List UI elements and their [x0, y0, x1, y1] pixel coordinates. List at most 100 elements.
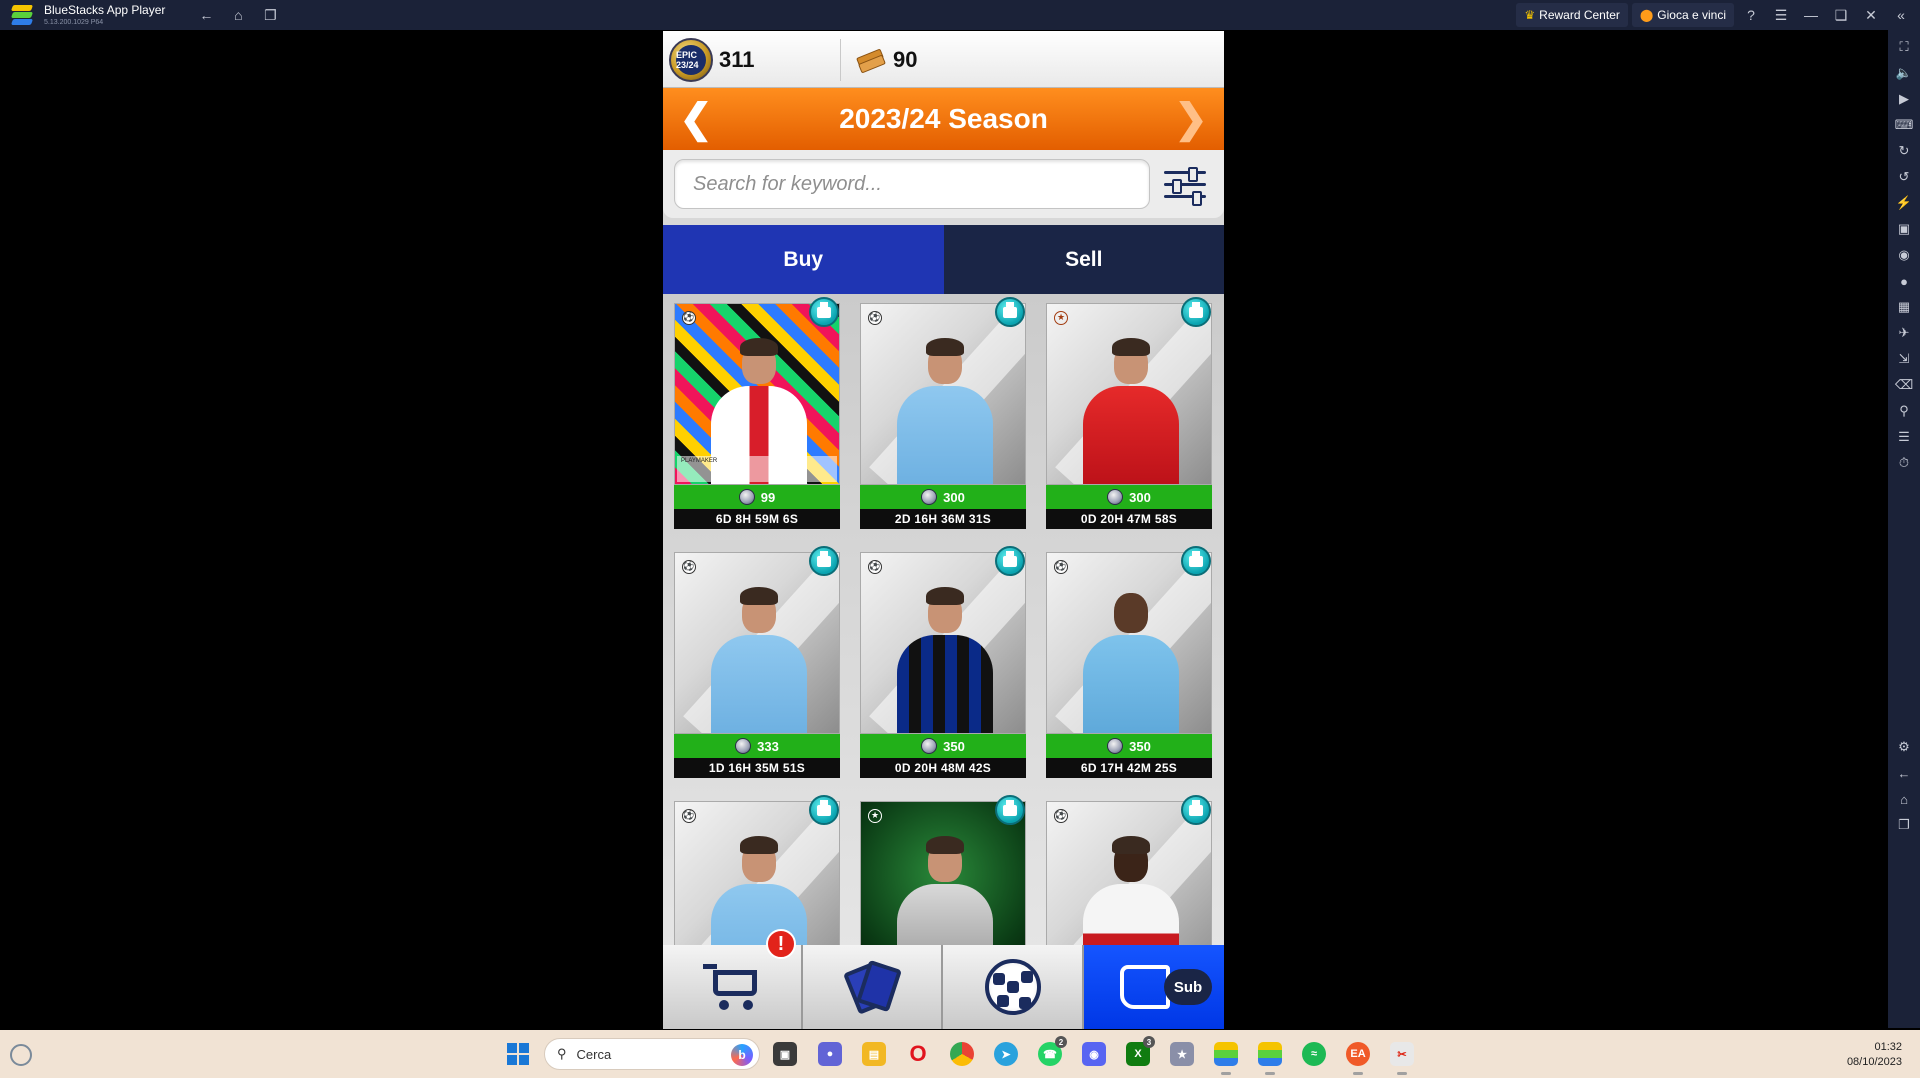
restore-icon[interactable]: ❑ — [1828, 2, 1854, 28]
whatsapp-icon[interactable]: ☎ 2 — [1038, 1036, 1067, 1066]
tab-sell[interactable]: Sell — [943, 225, 1224, 294]
fullscreen-icon[interactable]: ⛶ — [1895, 38, 1913, 56]
settings-gear-icon[interactable]: ⚙ — [1895, 738, 1913, 756]
help-icon[interactable]: ? — [1738, 2, 1764, 28]
card-art — [1046, 303, 1212, 485]
taskbar-search-label: Cerca — [576, 1046, 612, 1062]
bing-icon[interactable]: b — [731, 1044, 753, 1066]
market-card[interactable]: ★ 300 0D 20H 47M 58S — [1046, 297, 1212, 533]
play-and-win-button[interactable]: ⬤ Gioca e vinci — [1631, 3, 1734, 27]
print-icon[interactable] — [809, 297, 839, 327]
clock-time: 01:32 — [1874, 1041, 1902, 1053]
performance-icon[interactable]: ⚡ — [1895, 194, 1913, 212]
next-season-arrow-icon[interactable]: ❯ — [1166, 88, 1216, 150]
task-view-icon[interactable]: ▣ — [773, 1042, 797, 1066]
coin-small-icon — [1107, 489, 1124, 505]
coin-small-icon — [1107, 738, 1124, 754]
coins-display[interactable]: EPIC 23/24 311 — [669, 31, 755, 88]
player-figure — [891, 334, 997, 484]
android-recents-icon[interactable]: ❐ — [1895, 816, 1913, 834]
champions-league-icon: ⚽ — [868, 560, 882, 574]
card-timer: 6D 8H 59M 6S — [674, 509, 840, 529]
print-icon[interactable] — [1181, 795, 1211, 825]
sync-icon[interactable]: ↺ — [1895, 168, 1913, 186]
market-card[interactable]: PLAYMAKER ⚽ 99 6D 8H 59M 6S — [674, 297, 840, 533]
price-strip: 350 — [1046, 734, 1212, 758]
nav-shop[interactable]: ! — [663, 929, 803, 1029]
previous-season-arrow-icon[interactable]: ❮ — [671, 88, 721, 150]
spotify-icon[interactable]: ≈ — [1302, 1042, 1326, 1066]
champions-league-icon: ⚽ — [682, 809, 696, 823]
multi-instance-icon[interactable]: ❐ — [257, 2, 283, 28]
keyboard-icon[interactable]: ⌨ — [1895, 116, 1914, 134]
volume-icon[interactable]: 🔈 — [1895, 64, 1913, 82]
market-card[interactable]: ⚽ 333 1D 16H 35M 51S — [674, 546, 840, 782]
bluestacks-title-bar: BlueStacks App Player 5.13.200.1029 P64 … — [0, 0, 1920, 30]
search-input[interactable] — [674, 159, 1150, 209]
player-figure — [705, 583, 811, 733]
layers-icon[interactable]: ☰ — [1895, 428, 1913, 446]
home-icon[interactable]: ⌂ — [225, 2, 251, 28]
snipping-tool-icon[interactable]: ✂ — [1390, 1042, 1414, 1075]
windows-start-icon[interactable] — [507, 1043, 529, 1065]
market-card[interactable]: ⚽ 350 0D 20H 48M 42S — [860, 546, 1026, 782]
discord-icon[interactable]: ◉ — [1082, 1042, 1106, 1066]
print-icon[interactable] — [995, 795, 1025, 825]
market-card[interactable]: ⚽ 350 6D 17H 42M 25S — [1046, 546, 1212, 782]
speed-icon[interactable]: ⏱ — [1895, 454, 1913, 472]
nav-play[interactable] — [943, 945, 1084, 1029]
ea-app-icon[interactable]: EA — [1346, 1042, 1370, 1075]
game-app-icon[interactable]: ★ — [1170, 1042, 1194, 1066]
file-explorer-icon[interactable]: ▤ — [862, 1042, 886, 1066]
opera-icon[interactable]: O — [906, 1041, 930, 1066]
player-figure — [891, 583, 997, 733]
market-tabs: Buy Sell — [663, 225, 1224, 294]
print-icon[interactable] — [809, 795, 839, 825]
android-home-icon[interactable]: ⌂ — [1895, 790, 1913, 808]
close-icon[interactable]: ✕ — [1858, 2, 1884, 28]
macro-icon[interactable]: ↻ — [1895, 142, 1913, 160]
champions-league-icon: ⚽ — [868, 311, 882, 325]
xbox-icon[interactable]: X3 — [1126, 1036, 1155, 1066]
menu-icon[interactable]: ☰ — [1768, 2, 1794, 28]
back-arrow-icon[interactable]: ← — [193, 2, 219, 28]
card-stats: PLAYMAKER — [677, 456, 837, 482]
minimize-icon[interactable]: — — [1798, 2, 1824, 28]
widgets-icon[interactable] — [10, 1044, 32, 1066]
screenshot-icon[interactable]: ◉ — [1895, 246, 1913, 264]
collapse-sidebar-icon[interactable]: « — [1888, 2, 1914, 28]
game-screen: EPIC 23/24 311 90 ❮ 2023/24 Season ❯ Buy… — [663, 31, 1224, 1029]
nav-collection[interactable] — [803, 945, 943, 1029]
print-icon[interactable] — [809, 546, 839, 576]
sub-badge[interactable]: Sub — [1164, 969, 1212, 1005]
coin-small-icon — [921, 489, 938, 505]
telegram-icon[interactable]: ➤ — [994, 1042, 1018, 1066]
print-icon[interactable] — [1181, 297, 1211, 327]
gallery-icon[interactable]: ▦ — [1895, 298, 1913, 316]
packs-display[interactable]: 90 — [853, 31, 917, 88]
chrome-icon[interactable] — [950, 1042, 974, 1066]
season-selector: ❮ 2023/24 Season ❯ — [663, 88, 1224, 150]
print-icon[interactable] — [1181, 546, 1211, 576]
bluestacks-logo-icon — [10, 3, 34, 27]
android-back-icon[interactable]: ← — [1895, 764, 1913, 782]
market-card[interactable]: ⚽ 300 2D 16H 36M 31S — [860, 297, 1026, 533]
print-icon[interactable] — [995, 297, 1025, 327]
nav-market[interactable]: Sub — [1084, 945, 1224, 1029]
apk-icon[interactable]: ▣ — [1895, 220, 1913, 238]
media-icon[interactable]: ▶ — [1895, 90, 1913, 108]
bluestacks-taskbar-icon[interactable] — [1214, 1042, 1238, 1075]
record-icon[interactable]: ● — [1895, 272, 1913, 290]
airplane-icon[interactable]: ✈ — [1895, 324, 1913, 342]
taskbar-search[interactable]: ⚲ Cerca b — [544, 1038, 760, 1070]
filter-sliders-icon[interactable] — [1162, 162, 1208, 206]
teams-icon[interactable]: ● — [818, 1042, 842, 1066]
tab-buy[interactable]: Buy — [663, 225, 944, 294]
resize-icon[interactable]: ⇲ — [1895, 350, 1913, 368]
eraser-icon[interactable]: ⌫ — [1895, 376, 1913, 394]
system-clock[interactable]: 01:32 08/10/2023 — [1847, 1040, 1902, 1070]
print-icon[interactable] — [995, 546, 1025, 576]
reward-center-button[interactable]: ♛ Reward Center — [1516, 3, 1628, 27]
bluestacks-x-taskbar-icon[interactable] — [1258, 1042, 1282, 1075]
location-icon[interactable]: ⚲ — [1895, 402, 1913, 420]
